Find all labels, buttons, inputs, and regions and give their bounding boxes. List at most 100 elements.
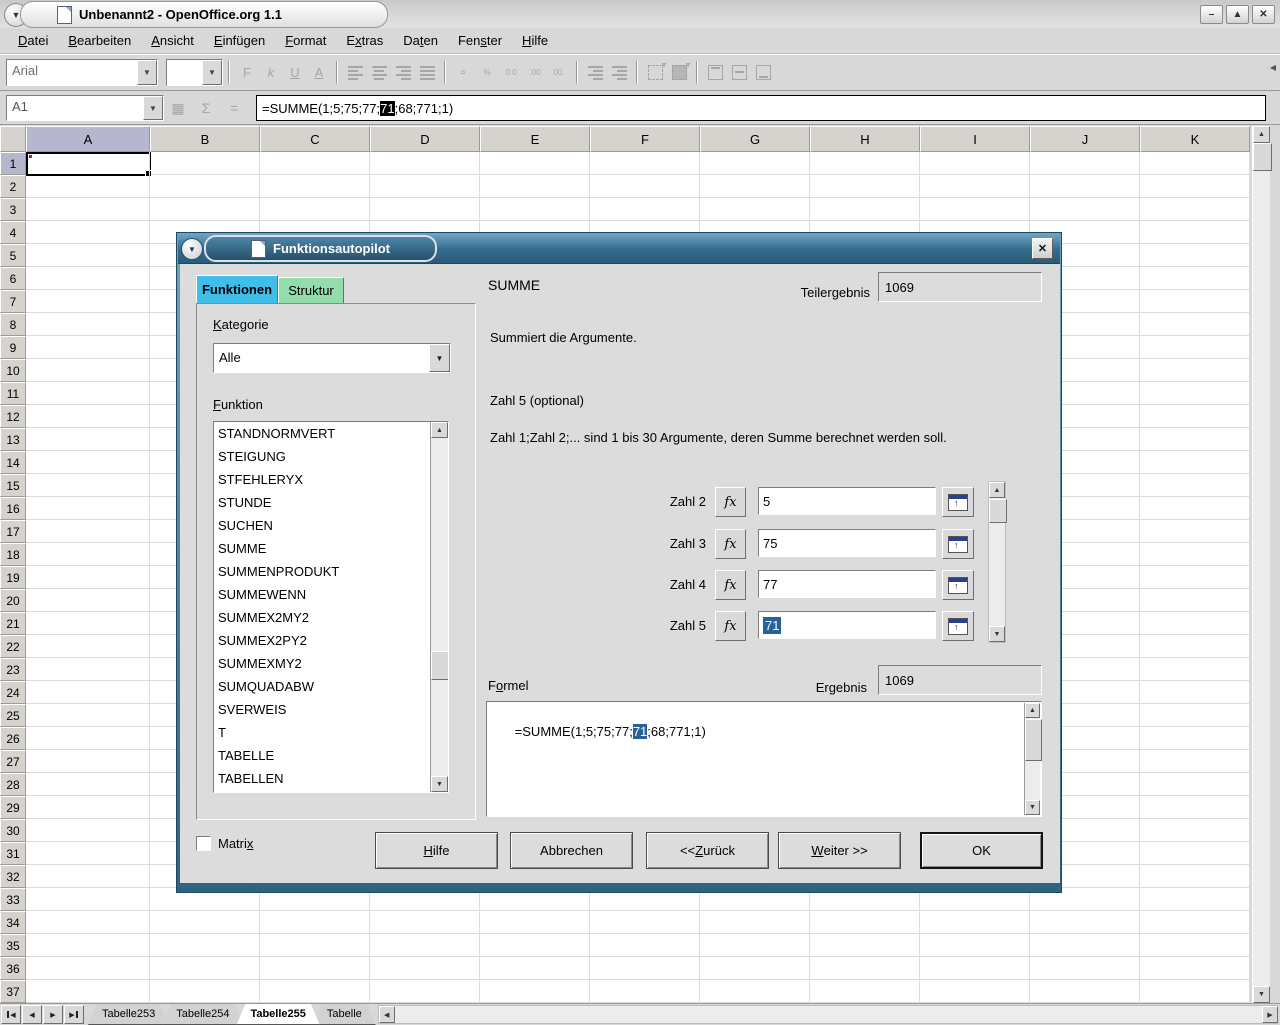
shrink-button[interactable] <box>942 570 974 600</box>
row-header-2[interactable]: 2 <box>0 175 26 198</box>
fx-button[interactable]: fx <box>715 570 746 600</box>
align-middle-icon[interactable] <box>727 61 751 85</box>
align-top-icon[interactable] <box>703 61 727 85</box>
weiter-button[interactable]: Weiter >> <box>778 832 901 869</box>
row-header-16[interactable]: 16 <box>0 497 26 520</box>
next-sheet-button[interactable]: ▶ <box>43 1005 63 1024</box>
align-bottom-icon[interactable] <box>751 61 775 85</box>
close-button[interactable]: ✕ <box>1252 5 1275 24</box>
function-list-scrollbar-thumb[interactable] <box>431 651 449 680</box>
row-header-10[interactable]: 10 <box>0 359 26 382</box>
last-sheet-button[interactable]: ▶ <box>64 1005 84 1024</box>
column-header-a[interactable]: A <box>26 126 150 152</box>
row-header-32[interactable]: 32 <box>0 865 26 888</box>
italic-icon[interactable]: k <box>259 61 283 85</box>
ok-button[interactable]: OK <box>920 832 1043 869</box>
horizontal-scrollbar[interactable]: ◀ ▶ <box>378 1005 1278 1024</box>
row-header-13[interactable]: 13 <box>0 428 26 451</box>
scroll-up-icon[interactable]: ▲ <box>431 422 448 438</box>
category-combo[interactable]: Alle ▼ <box>213 343 451 373</box>
align-right-icon[interactable] <box>391 61 415 85</box>
row-header-25[interactable]: 25 <box>0 704 26 727</box>
menu-extras[interactable]: Extras <box>336 30 393 51</box>
equals-icon[interactable]: = <box>222 97 246 119</box>
menu-bearbeiten[interactable]: Bearbeiten <box>58 30 141 51</box>
row-header-12[interactable]: 12 <box>0 405 26 428</box>
selected-cell-a1[interactable] <box>26 152 151 176</box>
vertical-scrollbar-thumb[interactable] <box>1253 143 1272 171</box>
delete-decimal-icon[interactable]: 00. <box>547 61 571 85</box>
shrink-button[interactable] <box>942 529 974 559</box>
fx-button[interactable]: fx <box>715 529 746 559</box>
dialog-close-button[interactable]: ✕ <box>1032 238 1053 259</box>
row-header-21[interactable]: 21 <box>0 612 26 635</box>
function-item-t[interactable]: T <box>214 721 448 744</box>
menu-datei[interactable]: Datei <box>8 30 58 51</box>
scroll-down-icon[interactable]: ▼ <box>431 776 448 792</box>
menu-hilfe[interactable]: Hilfe <box>512 30 558 51</box>
horizontal-scrollbar-track[interactable] <box>395 1006 1262 1023</box>
row-header-34[interactable]: 34 <box>0 911 26 934</box>
function-autopilot-icon[interactable]: ▦ <box>166 97 190 119</box>
function-item-standnormvert[interactable]: STANDNORMVERT <box>214 422 448 445</box>
row-header-5[interactable]: 5 <box>0 244 26 267</box>
dialog-titlebar[interactable]: ▼ Funktionsautopilot ✕ <box>178 234 1060 264</box>
column-header-b[interactable]: B <box>150 126 260 152</box>
align-justify-icon[interactable] <box>415 61 439 85</box>
column-header-k[interactable]: K <box>1140 126 1250 152</box>
argument-scrollbar-thumb[interactable] <box>989 499 1007 523</box>
sheet-tab-tabelle255[interactable]: Tabelle255 <box>236 1004 319 1025</box>
row-header-36[interactable]: 36 <box>0 957 26 980</box>
font-size-combo[interactable]: ▼ <box>166 59 223 86</box>
scroll-down-icon[interactable]: ▼ <box>989 626 1005 642</box>
row-header-33[interactable]: 33 <box>0 888 26 911</box>
row-header-31[interactable]: 31 <box>0 842 26 865</box>
font-name-combo[interactable]: Arial ▼ <box>6 59 158 86</box>
argument-input-zahl-2[interactable]: 5 <box>758 487 936 515</box>
row-header-3[interactable]: 3 <box>0 198 26 221</box>
shrink-button[interactable] <box>942 487 974 517</box>
row-header-17[interactable]: 17 <box>0 520 26 543</box>
fx-button[interactable]: fx <box>715 487 746 517</box>
column-header-e[interactable]: E <box>480 126 590 152</box>
menu-daten[interactable]: Daten <box>393 30 448 51</box>
abbrechen-button[interactable]: Abbrechen <box>510 832 633 869</box>
row-header-27[interactable]: 27 <box>0 750 26 773</box>
hilfe-button[interactable]: Hilfe <box>375 832 498 869</box>
function-item-summexmy2[interactable]: SUMMEXMY2 <box>214 652 448 675</box>
column-header-c[interactable]: C <box>260 126 370 152</box>
bold-icon[interactable]: F <box>235 61 259 85</box>
scroll-up-icon[interactable]: ▲ <box>989 482 1005 498</box>
dialog-rollup-button[interactable]: ▼ <box>181 238 203 260</box>
menu-format[interactable]: Format <box>275 30 336 51</box>
argument-input-zahl-5[interactable]: 71 <box>758 611 936 639</box>
row-header-1[interactable]: 1 <box>0 152 26 175</box>
grid-corner[interactable] <box>0 126 26 152</box>
formula-box-scrollbar[interactable]: ▲ ▼ <box>1024 703 1040 815</box>
column-header-g[interactable]: G <box>700 126 810 152</box>
column-header-f[interactable]: F <box>590 126 700 152</box>
standard-format-icon[interactable]: 0.0 <box>499 61 523 85</box>
row-header-14[interactable]: 14 <box>0 451 26 474</box>
scroll-down-icon[interactable]: ▼ <box>1025 800 1040 815</box>
menu-fenster[interactable]: Fenster <box>448 30 512 51</box>
row-header-20[interactable]: 20 <box>0 589 26 612</box>
row-header-7[interactable]: 7 <box>0 290 26 313</box>
row-header-28[interactable]: 28 <box>0 773 26 796</box>
decrease-indent-icon[interactable] <box>583 61 607 85</box>
scroll-down-icon[interactable]: ▼ <box>1253 986 1270 1003</box>
toolbar-overflow-icon[interactable]: ◀ <box>1270 63 1276 72</box>
chevron-down-icon[interactable]: ▼ <box>143 96 163 120</box>
menu-einfügen[interactable]: Einfügen <box>204 30 275 51</box>
add-decimal-icon[interactable]: .00 <box>523 61 547 85</box>
shrink-button[interactable] <box>942 611 974 641</box>
align-center-icon[interactable] <box>367 61 391 85</box>
tab-funktionen[interactable]: Funktionen <box>196 275 278 304</box>
row-header-26[interactable]: 26 <box>0 727 26 750</box>
scroll-right-icon[interactable]: ▶ <box>1262 1006 1278 1023</box>
argument-input-zahl-4[interactable]: 77 <box>758 570 936 598</box>
sheet-tab-tabelle253[interactable]: Tabelle253 <box>88 1004 169 1025</box>
percent-format-icon[interactable]: % <box>475 61 499 85</box>
window-title-pill[interactable]: Unbenannt2 - OpenOffice.org 1.1 <box>20 1 388 28</box>
maximize-button[interactable]: ▲ <box>1226 5 1249 24</box>
